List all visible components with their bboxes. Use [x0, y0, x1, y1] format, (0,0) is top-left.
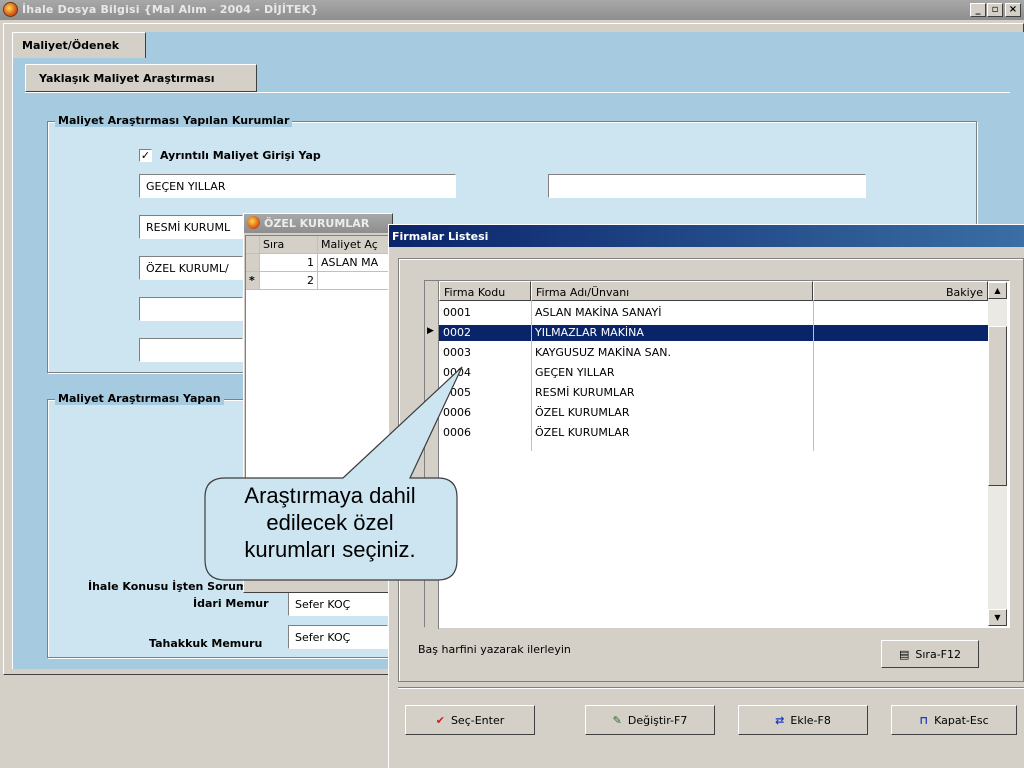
callout-line-1: Araştırmaya dahil — [244, 483, 416, 508]
callout-text: Araştırmaya dahil edilecek özel kurumlar… — [203, 478, 457, 580]
callout-line-3: kurumları seçiniz. — [244, 537, 416, 562]
callout-line-2: edilecek özel — [266, 510, 394, 535]
callout-balloon — [204, 366, 463, 581]
